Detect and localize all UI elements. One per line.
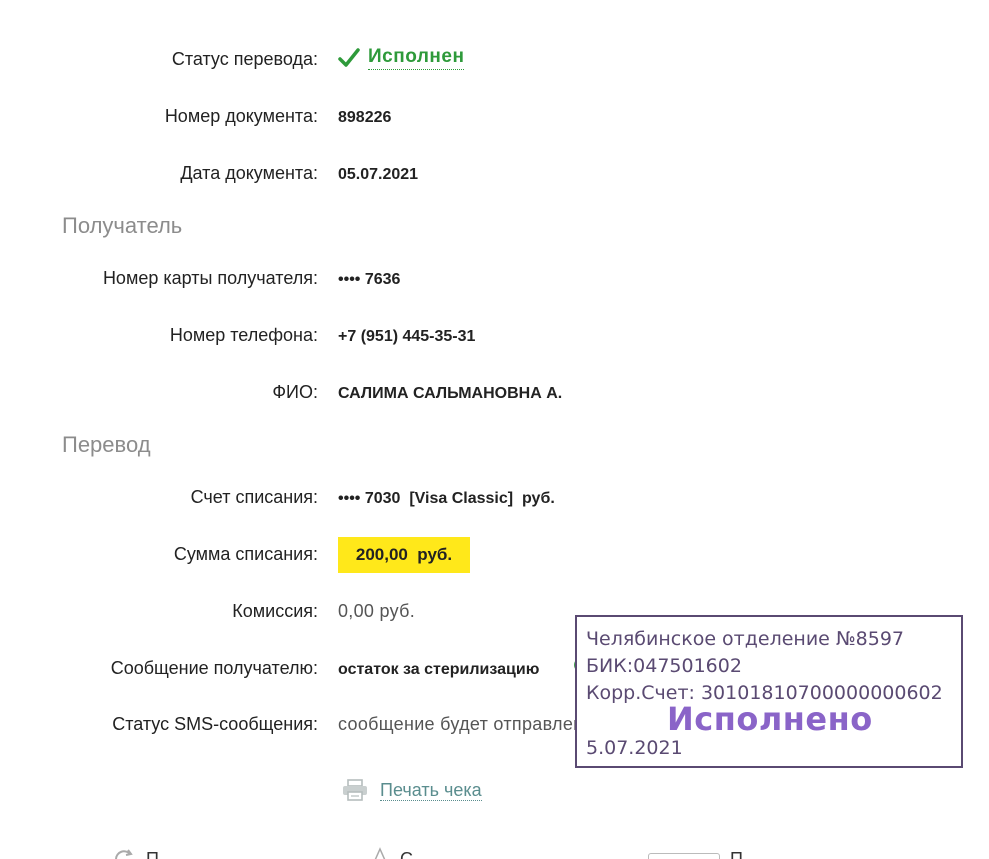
- debit-amount-highlight: 200,00 руб.: [338, 537, 470, 573]
- debit-amount-row: Сумма списания: 200,00 руб.: [0, 537, 989, 573]
- recipient-phone-row: Номер телефона: +7 (951) 445-35-31: [0, 324, 989, 354]
- bottom-action-1-fragment[interactable]: П: [146, 849, 159, 859]
- print-receipt-button[interactable]: Печать чека: [342, 779, 482, 801]
- fee-label: Комиссия:: [232, 601, 318, 621]
- debit-account-value: •••• 7030 [Visa Classic] руб.: [338, 490, 555, 507]
- debit-account-label: Счет списания:: [190, 487, 318, 507]
- transfer-status-value: Исполнен: [338, 42, 465, 74]
- document-date-value: 05.07.2021: [338, 166, 419, 183]
- recipient-message-value: остаток за стерилизацию: [338, 661, 540, 678]
- bottom-action-3-button[interactable]: [648, 853, 720, 859]
- checkmark-icon: [338, 48, 360, 67]
- recipient-card-value: •••• 7636: [338, 271, 401, 288]
- debit-account-row: Счет списания: •••• 7030 [Visa Classic] …: [0, 486, 989, 516]
- recipient-name-value: САЛИМА САЛЬМАНОВНА А.: [338, 385, 563, 402]
- template-icon[interactable]: [370, 847, 390, 859]
- sms-status-label: Статус SMS-сообщения:: [112, 714, 318, 734]
- recipient-phone-value: +7 (951) 445-35-31: [338, 328, 476, 345]
- stamp-branch: Челябинское отделение №8597: [586, 628, 905, 650]
- bottom-action-3-fragment[interactable]: П: [730, 849, 743, 859]
- stamp-date: 5.07.2021: [586, 737, 683, 759]
- debit-amount-value: 200,00 руб.: [355, 545, 453, 564]
- recipient-card-row: Номер карты получателя: •••• 7636: [0, 267, 989, 297]
- print-receipt-link[interactable]: Печать чека: [380, 780, 482, 801]
- document-date-label: Дата документа:: [180, 163, 318, 183]
- status-text[interactable]: Исполнен: [368, 46, 465, 70]
- document-number-value: 898226: [338, 109, 392, 126]
- recipient-card-label: Номер карты получателя:: [102, 268, 318, 288]
- document-number-row: Номер документа: 898226: [0, 105, 989, 135]
- recipient-phone-label: Номер телефона:: [169, 325, 318, 345]
- printer-icon: [343, 779, 367, 801]
- recipient-section-title: Получатель: [62, 213, 183, 238]
- transfer-status-label: Статус перевода:: [171, 49, 318, 69]
- sms-status-value: сообщение будет отправлено: [338, 714, 594, 734]
- bottom-actions-bar: П С П: [0, 845, 989, 859]
- recipient-name-label: ФИО:: [272, 382, 318, 402]
- document-number-label: Номер документа:: [164, 106, 318, 126]
- transfer-status-row: Статус перевода: Исполнен: [0, 46, 989, 78]
- document-date-row: Дата документа: 05.07.2021: [0, 162, 989, 192]
- recipient-message-label: Сообщение получателю:: [110, 658, 318, 678]
- stamp-bik: БИК:047501602: [586, 655, 742, 677]
- transfer-section-title: Перевод: [62, 432, 151, 457]
- bank-stamp: Челябинское отделение №8597 БИК:04750160…: [575, 615, 963, 768]
- recipient-name-row: ФИО: САЛИМА САЛЬМАНОВНА А.: [0, 381, 989, 411]
- stamp-status: Исполнено: [667, 700, 873, 738]
- debit-amount-label: Сумма списания:: [173, 544, 318, 564]
- repeat-icon[interactable]: [112, 847, 136, 859]
- bottom-action-2-fragment[interactable]: С: [400, 849, 413, 859]
- fee-value: 0,00 руб.: [338, 601, 416, 621]
